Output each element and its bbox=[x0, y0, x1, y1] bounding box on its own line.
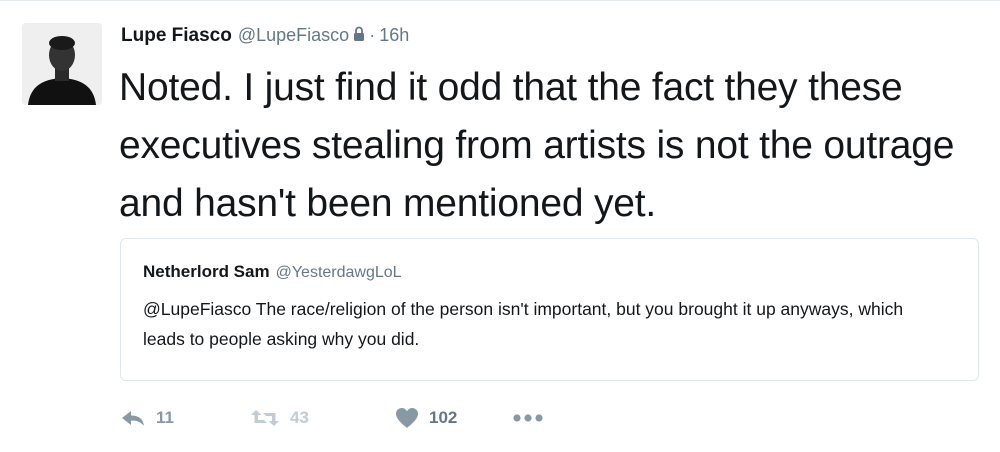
quoted-tweet-text: @LupeFiasco The race/religion of the per… bbox=[143, 299, 904, 349]
like-count: 102 bbox=[429, 408, 458, 427]
retweet-button[interactable]: 43 bbox=[250, 408, 395, 428]
tweet-text: Noted. I just find it odd that the fact … bbox=[119, 66, 955, 225]
retweet-count: 43 bbox=[290, 408, 309, 427]
reply-icon bbox=[120, 408, 146, 428]
lock-icon bbox=[353, 26, 365, 46]
more-button[interactable] bbox=[513, 413, 543, 423]
heart-icon bbox=[395, 407, 419, 429]
separator-dot: · bbox=[369, 25, 376, 45]
quoted-author-handle: @YesterdawgLoL bbox=[275, 264, 402, 281]
author-name[interactable]: Lupe Fiasco bbox=[121, 25, 232, 47]
tweet-card[interactable]: Lupe Fiasco @LupeFiasco · 16h Noted. I j… bbox=[0, 0, 1000, 452]
avatar[interactable] bbox=[22, 23, 102, 105]
reply-count: 11 bbox=[156, 408, 174, 427]
author-handle[interactable]: @LupeFiasco bbox=[238, 25, 349, 46]
tweet-header: Lupe Fiasco @LupeFiasco · 16h bbox=[121, 25, 409, 47]
reply-button[interactable]: 11 bbox=[120, 408, 250, 428]
quoted-tweet[interactable]: Netherlord Sam @YesterdawgLoL @LupeFiasc… bbox=[120, 238, 979, 381]
retweet-icon bbox=[250, 408, 280, 428]
more-icon bbox=[513, 413, 543, 423]
quoted-tweet-header: Netherlord Sam @YesterdawgLoL bbox=[143, 262, 402, 282]
quoted-author-name: Netherlord Sam bbox=[143, 262, 270, 281]
timestamp[interactable]: 16h bbox=[379, 25, 409, 46]
like-button[interactable]: 102 bbox=[395, 407, 513, 429]
action-bar: 11 43 102 bbox=[120, 403, 543, 433]
